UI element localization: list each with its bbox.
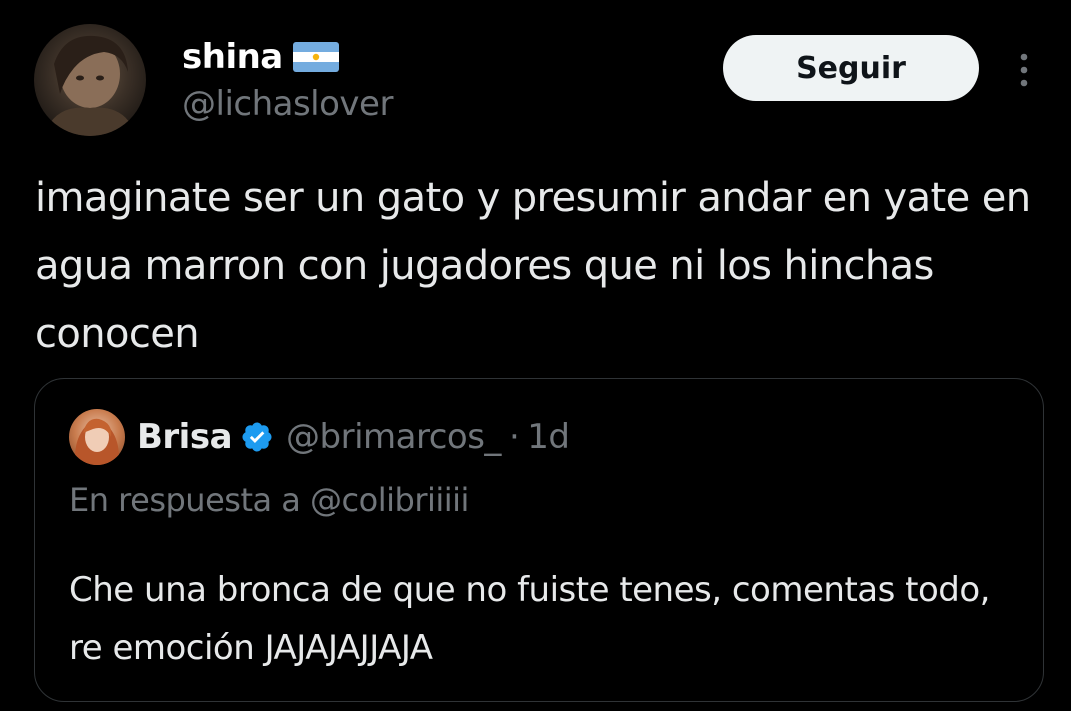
reply-to-label: En respuesta a @colibriiiii [69, 481, 469, 519]
author-name-row: shina [182, 36, 339, 78]
verified-badge-icon [240, 420, 274, 454]
author-display-name[interactable]: shina [182, 37, 283, 77]
author-handle[interactable]: @lichaslover [182, 84, 393, 124]
follow-button[interactable]: Seguir [723, 35, 979, 101]
separator-dot: · [508, 417, 520, 457]
quoted-tweet-card[interactable]: Brisa @brimarcos_ · 1d En respuesta a @c… [34, 378, 1044, 702]
quoted-author-row: Brisa @brimarcos_ · 1d [137, 413, 570, 461]
tweet-text: imaginate ser un gato y presumir andar e… [35, 175, 1031, 357]
quoted-author-handle: @brimarcos_ [286, 417, 501, 457]
tweet-header: shina @lichaslover Seguir [34, 24, 1044, 136]
quoted-tweet-time: 1d [527, 417, 570, 457]
quoted-author-avatar [69, 409, 125, 465]
author-avatar[interactable] [34, 24, 146, 136]
quoted-tweet-text: Che una bronca de que no fuiste tenes, c… [69, 570, 990, 668]
argentina-flag-icon [292, 42, 339, 72]
more-options-icon[interactable] [1004, 50, 1044, 90]
quoted-author-name: Brisa [137, 417, 233, 457]
